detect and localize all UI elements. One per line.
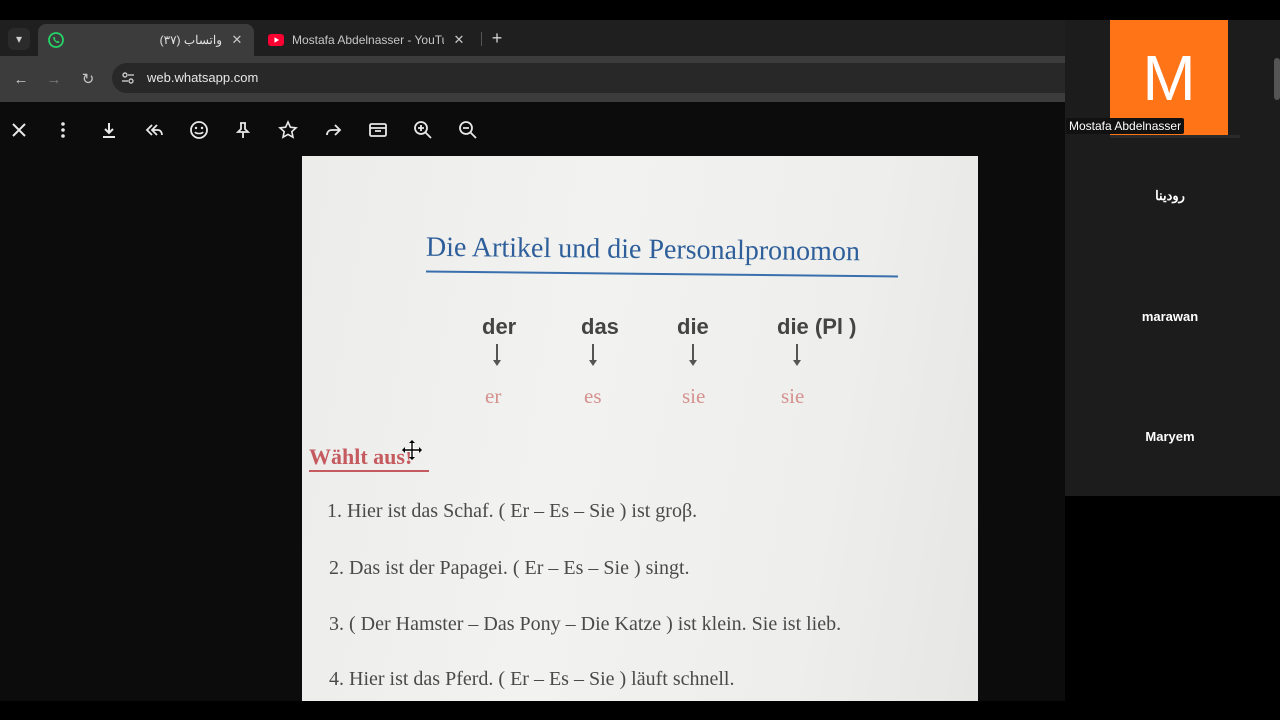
pronoun-es: es xyxy=(584,384,602,408)
reply-all-icon[interactable] xyxy=(142,118,166,142)
site-settings-icon[interactable] xyxy=(118,68,138,88)
move-cursor-icon xyxy=(402,440,422,460)
article-die: die xyxy=(677,314,709,339)
task-underline xyxy=(309,470,429,472)
archive-icon[interactable] xyxy=(366,118,390,142)
zoom-in-icon[interactable] xyxy=(411,118,435,142)
tab-separator xyxy=(481,32,482,46)
participant-tile[interactable]: Maryem xyxy=(1109,427,1231,445)
reload-button[interactable]: ↻ xyxy=(77,68,99,90)
top-black-bar xyxy=(0,0,1280,20)
whatsapp-icon xyxy=(48,32,64,48)
bottom-black-bar xyxy=(0,701,1280,720)
tab-strip: ▾ واتساب (٣٧) ✕ Mostafa Abdelnasser - Yo… xyxy=(0,20,1065,56)
avatar-divider xyxy=(1110,135,1240,138)
plus-icon: + xyxy=(491,27,503,48)
new-tab-button[interactable]: + xyxy=(487,28,507,48)
tab-title: واتساب (٣٧) xyxy=(159,33,222,47)
menu-icon[interactable] xyxy=(51,118,75,142)
media-viewer: Die Artikel und die Personalpronomon der… xyxy=(0,102,1065,701)
sentence-item: 4. Hier ist das Pferd. ( Er – Es – Sie )… xyxy=(329,668,735,690)
task-heading: Wählt aus! xyxy=(309,444,413,469)
address-bar: ← → ↻ web.whatsapp.com xyxy=(0,56,1065,102)
arrow-down-icon xyxy=(689,344,697,366)
url-input[interactable]: web.whatsapp.com xyxy=(112,63,1065,93)
tab-close-icon[interactable]: ✕ xyxy=(452,32,466,48)
tab-close-icon[interactable]: ✕ xyxy=(230,32,244,48)
arrow-down-icon xyxy=(589,344,597,366)
pronoun-sie: sie xyxy=(682,384,706,408)
back-button[interactable]: ← xyxy=(10,68,32,90)
title-underline xyxy=(426,270,898,278)
tab-title: Mostafa Abdelnasser - YouTube xyxy=(292,33,444,47)
pronoun-sie-plural: sie xyxy=(781,384,805,408)
host-name-label: Mostafa Abdelnasser xyxy=(1066,118,1185,134)
zoom-out-icon[interactable] xyxy=(456,118,480,142)
close-icon[interactable] xyxy=(7,118,31,142)
arrow-down-icon xyxy=(793,344,801,366)
document-image[interactable]: Die Artikel und die Personalpronomon der… xyxy=(302,156,978,701)
article-das: das xyxy=(581,314,619,339)
participant-tile[interactable]: marawan xyxy=(1109,307,1231,325)
url-text: web.whatsapp.com xyxy=(147,70,259,85)
forward-icon[interactable] xyxy=(321,118,345,142)
emoji-icon[interactable] xyxy=(187,118,211,142)
article-der: der xyxy=(482,314,517,339)
document-title: Die Artikel und die Personalpronomon xyxy=(425,231,861,268)
tab-youtube[interactable]: Mostafa Abdelnasser - YouTube ✕ xyxy=(258,24,476,56)
tab-search-button[interactable]: ▾ xyxy=(8,28,30,50)
youtube-icon xyxy=(268,32,284,48)
arrow-down-icon xyxy=(493,344,501,366)
sentence-item: 3. ( Der Hamster – Das Pony – Die Katze … xyxy=(329,613,842,635)
reload-icon: ↻ xyxy=(81,71,95,88)
star-icon[interactable] xyxy=(276,118,300,142)
browser-window: ▾ واتساب (٣٧) ✕ Mostafa Abdelnasser - Yo… xyxy=(0,20,1065,102)
participant-tile[interactable]: رودينا xyxy=(1109,187,1231,205)
avatar-initial: M xyxy=(1142,42,1196,114)
sentence-item: 2. Das ist der Papagei. ( Er – Es – Sie … xyxy=(329,557,690,579)
tab-whatsapp[interactable]: واتساب (٣٧) ✕ xyxy=(38,24,254,56)
arrow-left-icon: ← xyxy=(13,70,29,88)
pronoun-er: er xyxy=(485,384,502,408)
chevron-down-icon: ▾ xyxy=(15,32,23,46)
arrow-right-icon: → xyxy=(46,70,62,88)
article-die-plural: die (Pl ) xyxy=(777,314,857,339)
sentence-item: 1. Hier ist das Schaf. ( Er – Es – Sie )… xyxy=(327,500,698,522)
pin-icon[interactable] xyxy=(231,118,255,142)
forward-button[interactable]: → xyxy=(43,68,65,90)
download-icon[interactable] xyxy=(97,118,121,142)
panel-scrollbar[interactable] xyxy=(1274,58,1280,100)
